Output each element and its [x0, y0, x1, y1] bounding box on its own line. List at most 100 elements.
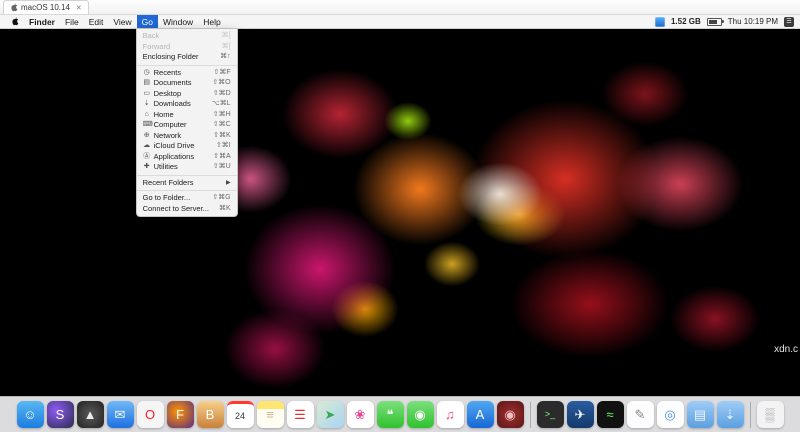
- go-menu-item-recents[interactable]: ◷ Recents ⇧⌘F: [137, 68, 237, 79]
- menu-separator: [137, 190, 237, 191]
- go-menu-item-network[interactable]: ⊕ Network ⇧⌘K: [137, 131, 237, 142]
- dock-item-monitor-app[interactable]: ≈: [597, 401, 624, 428]
- menu-item-shortcut: ⌥⌘L: [208, 99, 231, 110]
- menu-item-label: Go to Folder...: [143, 193, 191, 204]
- go-menu-item-documents[interactable]: ▤ Documents ⇧⌘O: [137, 78, 237, 89]
- go-menu-item-enclosing-folder[interactable]: Enclosing Folder ⌘↑: [137, 52, 237, 63]
- go-menu-item-applications[interactable]: Ⓐ Applications ⇧⌘A: [137, 152, 237, 163]
- dock-item-siri[interactable]: S: [47, 401, 74, 428]
- battery-icon[interactable]: [707, 18, 722, 26]
- menu-separator: [137, 65, 237, 66]
- menu-item-label: Back: [143, 31, 160, 42]
- menu-item-label: Documents: [154, 78, 192, 89]
- go-menu-item-recent-folders[interactable]: Recent Folders ▶: [137, 178, 237, 189]
- applications-icon: Ⓐ: [143, 152, 151, 163]
- menu-item-label: Applications: [154, 152, 194, 163]
- dock-item-preview[interactable]: ◎: [657, 401, 684, 428]
- dock-item-app-store[interactable]: A: [467, 401, 494, 428]
- recents-icon: ◷: [143, 68, 151, 79]
- dock-item-firefox[interactable]: F: [167, 401, 194, 428]
- go-menu-item-desktop[interactable]: ▭ Desktop ⇧⌘D: [137, 89, 237, 100]
- monitor-app-icon: ≈: [606, 408, 613, 421]
- vm-tab[interactable]: macOS 10.14 ✕: [3, 0, 89, 14]
- dock-item-itunes[interactable]: ♫: [437, 401, 464, 428]
- dock-divider: [750, 402, 751, 428]
- menubar: Finder File Edit View Go Back ⌘[ Forward…: [0, 15, 800, 29]
- dock-item-textedit[interactable]: ✎: [627, 401, 654, 428]
- launchpad-icon: ▲: [84, 408, 97, 421]
- menu-item-shortcut: ⇧⌘G: [208, 193, 230, 204]
- dock-item-terminal[interactable]: >_: [537, 401, 564, 428]
- app-store-icon: A: [476, 408, 485, 421]
- battery-fill: [709, 20, 717, 24]
- menu-go[interactable]: Go Back ⌘[ Forward ⌘] Enclosing Folder ⌘…: [137, 15, 158, 28]
- menu-extras-icon[interactable]: ☰: [784, 17, 794, 27]
- apple-menu[interactable]: [6, 15, 24, 28]
- dock-item-trash[interactable]: ▒: [757, 401, 784, 428]
- memory-indicator: 1.52 GB: [671, 17, 701, 26]
- itunes-icon: ♫: [445, 408, 455, 421]
- menu-view[interactable]: View: [108, 15, 136, 28]
- menu-window[interactable]: Window: [158, 15, 198, 28]
- go-menu-item-downloads[interactable]: ⇣ Downloads ⌥⌘L: [137, 99, 237, 110]
- dock-item-calendar[interactable]: 24: [227, 401, 254, 428]
- icloud-icon: ☁: [143, 141, 151, 152]
- menu-item-shortcut: ⌘[: [218, 31, 231, 42]
- dock-item-finder[interactable]: ☺: [17, 401, 44, 428]
- menu-file[interactable]: File: [60, 15, 84, 28]
- network-icon: ⊕: [143, 131, 151, 142]
- dock-item-opera[interactable]: O: [137, 401, 164, 428]
- go-menu-item-connect-to-server[interactable]: Connect to Server... ⌘K: [137, 204, 237, 215]
- blue-app-icon: ✈: [575, 408, 586, 421]
- menu-item-shortcut: ⌘]: [218, 42, 231, 53]
- go-menu-item-icloud-drive[interactable]: ☁ iCloud Drive ⇧⌘I: [137, 141, 237, 152]
- menu-item-label: Network: [154, 131, 182, 142]
- menubar-status-area: 1.52 GB Thu 10:19 PM ☰: [655, 15, 800, 28]
- vm-window-tabbar: macOS 10.14 ✕: [0, 0, 800, 15]
- submenu-arrow-icon: ▶: [226, 178, 231, 189]
- dock-item-maps[interactable]: ➤: [317, 401, 344, 428]
- firefox-icon: F: [176, 408, 184, 421]
- menu-item-shortcut: ⇧⌘D: [209, 89, 231, 100]
- go-menu-item-go-to-folder[interactable]: Go to Folder... ⇧⌘G: [137, 193, 237, 204]
- go-menu-item-home[interactable]: ⌂ Home ⇧⌘H: [137, 110, 237, 121]
- dock-item-mail[interactable]: ✉: [107, 401, 134, 428]
- menu-edit[interactable]: Edit: [84, 15, 109, 28]
- dock-item-messages[interactable]: ❝: [377, 401, 404, 428]
- menu-item-label: Recents: [154, 68, 182, 79]
- notes-icon: ≡: [266, 408, 274, 421]
- calendar-icon: 24: [235, 412, 245, 421]
- desktop[interactable]: [0, 29, 800, 396]
- menu-item-shortcut: ⇧⌘O: [208, 78, 230, 89]
- dock-item-downloads-folder[interactable]: ⇣: [717, 401, 744, 428]
- memory-icon[interactable]: [655, 17, 665, 27]
- menu-item-shortcut: ⇧⌘A: [209, 152, 231, 163]
- terminal-icon: >_: [545, 410, 555, 419]
- dock-item-photos[interactable]: ❀: [347, 401, 374, 428]
- dock-item-reminders[interactable]: ☰: [287, 401, 314, 428]
- menu-item-label: Computer: [154, 120, 187, 131]
- dock-item-notes[interactable]: ≡: [257, 401, 284, 428]
- menubar-clock[interactable]: Thu 10:19 PM: [728, 17, 778, 26]
- menu-item-label: Home: [154, 110, 174, 121]
- dock-item-blue-app[interactable]: ✈: [567, 401, 594, 428]
- documents-icon: ▤: [143, 78, 151, 89]
- textedit-icon: ✎: [635, 408, 646, 421]
- dock-item-red-app[interactable]: ◉: [497, 401, 524, 428]
- computer-icon: ⌨: [143, 120, 151, 131]
- go-menu-item-utilities[interactable]: ✚ Utilities ⇧⌘U: [137, 162, 237, 173]
- documents-folder-icon: ▤: [694, 408, 706, 421]
- menu-finder[interactable]: Finder: [24, 15, 60, 28]
- menu-help[interactable]: Help: [198, 15, 225, 28]
- dock-item-launchpad[interactable]: ▲: [77, 401, 104, 428]
- dock-item-documents-folder[interactable]: ▤: [687, 401, 714, 428]
- dock-item-facetime[interactable]: ◉: [407, 401, 434, 428]
- finder-icon: ☺: [23, 408, 36, 421]
- tab-close-icon[interactable]: ✕: [76, 4, 82, 12]
- menu-item-label: iCloud Drive: [154, 141, 195, 152]
- dock-item-books[interactable]: B: [197, 401, 224, 428]
- menu-item-shortcut: ⇧⌘H: [209, 110, 231, 121]
- dock: ☺S▲✉OFB24≡☰➤❀❝◉♫A◉>_✈≈✎◎▤⇣▒: [0, 396, 800, 432]
- go-menu-item-computer[interactable]: ⌨ Computer ⇧⌘C: [137, 120, 237, 131]
- menu-item-label: Enclosing Folder: [143, 52, 199, 63]
